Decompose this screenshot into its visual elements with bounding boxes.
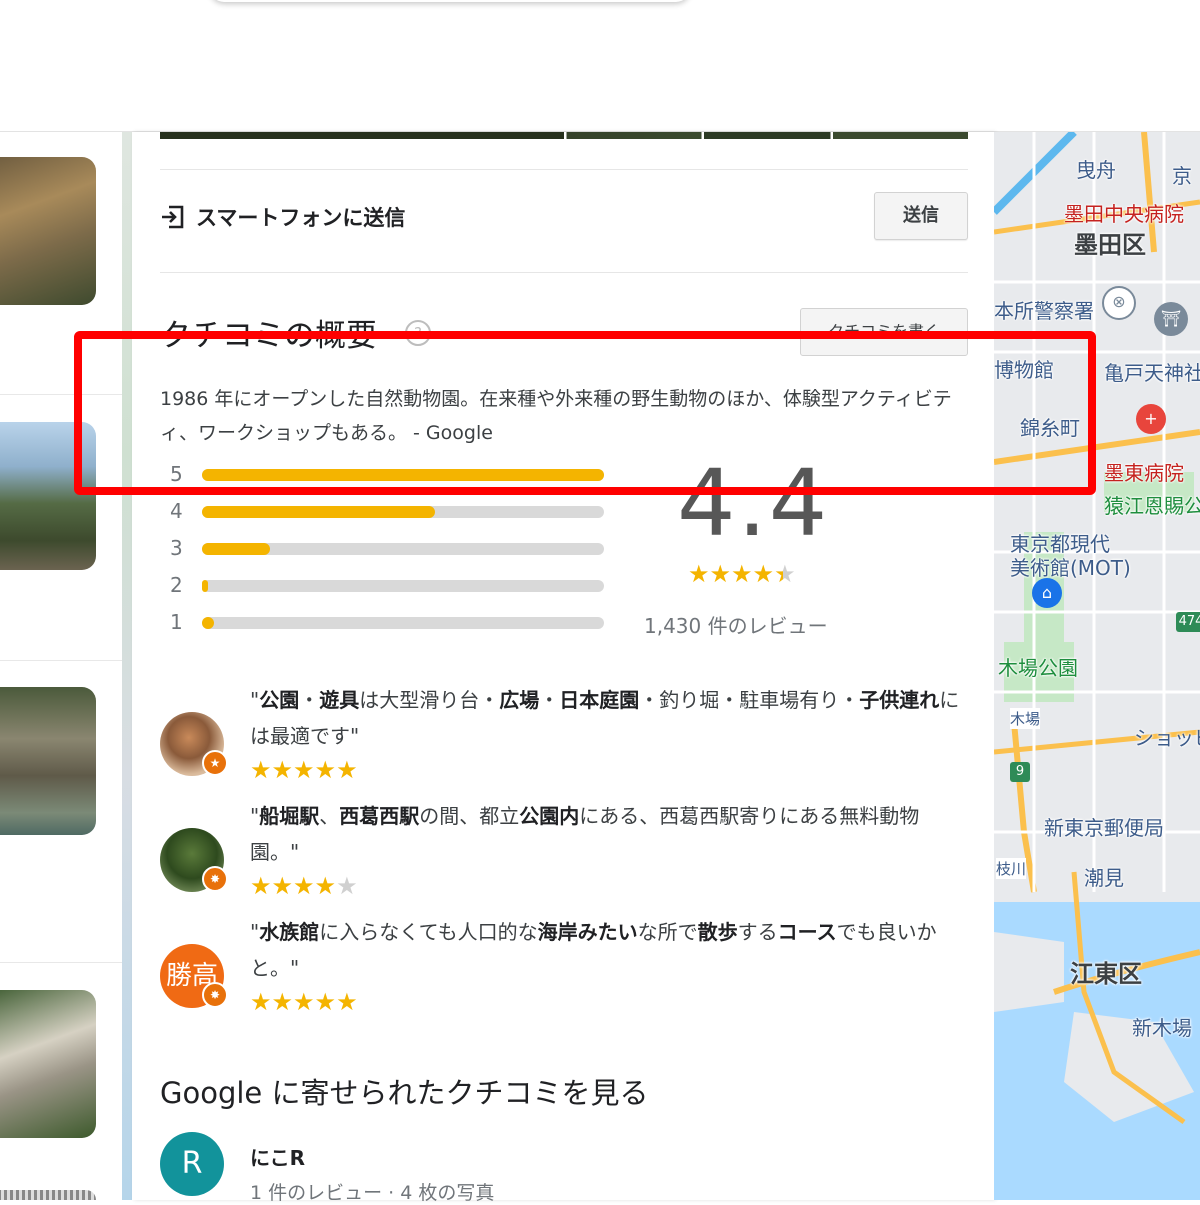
star-icon: ★ [336, 988, 358, 1016]
star-icon: ★ [709, 560, 732, 588]
top-bar [0, 0, 1200, 132]
divider [160, 272, 968, 273]
send-to-phone-row: スマートフォンに送信 送信 [160, 192, 968, 252]
map-label[interactable]: 美術館(MOT) [1010, 552, 1131, 581]
hospital-icon[interactable]: + [1136, 404, 1166, 434]
rating-bar-row[interactable]: 2 [160, 573, 610, 597]
review-snippet[interactable]: ✸ "船堀駅、西葛西駅の間、都立公園内にある、西葛西駅寄りにある無料動物園。" … [160, 798, 968, 908]
star-icon: ★ [250, 988, 272, 1016]
map-label[interactable]: 亀戸天神社 [1104, 357, 1200, 386]
review-count-link[interactable]: 1,430 件のレビュー [644, 610, 828, 639]
rating-bar-fill [202, 617, 215, 629]
star-icon: ★ [752, 560, 775, 588]
map-label[interactable]: 新東京郵便局 [1044, 812, 1164, 841]
result-thumbnail[interactable] [0, 687, 96, 835]
map-label[interactable]: 猿江恩賜公園 [1104, 490, 1200, 519]
star-icon: ★ [293, 872, 315, 900]
rating-bar-label: 4 [170, 499, 183, 523]
rating-bar-track [202, 617, 604, 629]
result-thumbnail[interactable] [0, 990, 96, 1138]
police-icon[interactable]: ⊗ [1102, 286, 1136, 320]
shrine-icon[interactable]: ⛩ [1154, 302, 1188, 336]
star-icon: ★ [271, 872, 294, 900]
snippet-text: "水族館に入らなくても人口的な海岸みたいな所で散歩するコースでも良いかと。" [250, 920, 937, 980]
route-shield-icon: 474 [1176, 612, 1200, 632]
map-label[interactable]: 枝川 [996, 858, 1027, 879]
send-to-phone-label: スマートフォンに送信 [196, 206, 406, 230]
star-icon: ★ [731, 560, 753, 588]
rating-bar-fill [202, 543, 271, 555]
reviewer-name[interactable]: にこR [250, 1142, 305, 1171]
star-icon: ★ [688, 560, 710, 588]
rating-bar-row[interactable]: 1 [160, 610, 610, 634]
photo-strip[interactable] [160, 132, 968, 139]
review-snippet[interactable]: ★ "公園・遊具は大型滑り台・広場・日本庭園・釣り堀・駐車場有り・子供連れには最… [160, 682, 968, 792]
map-label[interactable]: 墨田中央病院 [1064, 198, 1184, 227]
map-label[interactable]: ショッピ [1134, 722, 1200, 751]
rating-bar-row[interactable]: 3 [160, 536, 610, 560]
star-icon: ★ [271, 756, 294, 784]
snippet-stars: ★★★★★ [250, 756, 358, 784]
star-icon: ★ [250, 872, 272, 900]
map-label[interactable]: 墨田区 [1074, 225, 1146, 260]
highlight-box [74, 331, 1096, 495]
divider [160, 169, 968, 170]
google-reviews-heading: Google に寄せられたクチコミを見る [160, 1076, 649, 1110]
snippet-text: "船堀駅、西葛西駅の間、都立公園内にある、西葛西駅寄りにある無料動物園。" [250, 804, 920, 864]
search-box-edge[interactable] [210, 0, 690, 2]
star-icon: ★ [314, 988, 337, 1016]
result-divider [0, 660, 122, 661]
star-icon: ★ [293, 756, 315, 784]
rating-bar-track [202, 506, 604, 518]
map-label[interactable]: 江東区 [1070, 954, 1142, 989]
museum-icon[interactable]: ⌂ [1032, 578, 1062, 608]
star-icon: ★ [293, 988, 315, 1016]
rating-bar-track [202, 580, 604, 592]
map-label[interactable]: 木場 [1010, 708, 1041, 729]
route-shield-icon: 9 [1010, 762, 1030, 782]
map-label[interactable]: 本所警察署 [994, 295, 1094, 324]
review-snippet[interactable]: 勝高 ✸ "水族館に入らなくても人口的な海岸みたいな所で散歩するコースでも良いか… [160, 914, 968, 1024]
local-guide-badge-icon: ✸ [202, 982, 228, 1008]
send-to-phone-icon [162, 205, 184, 229]
map-label[interactable]: 新木場 [1132, 1012, 1192, 1041]
map-label[interactable]: 木場公園 [998, 652, 1078, 681]
rating-bar-label: 3 [170, 536, 183, 560]
star-icon: ★ [336, 872, 358, 900]
average-rating-stars: ★★★★★ [688, 560, 796, 588]
snippet-stars: ★★★★★ [250, 872, 358, 900]
map-edge [122, 132, 132, 1200]
place-panel: スマートフォンに送信 送信 クチコミの概要 ? クチコミを書く 1986 年にオ… [132, 132, 994, 1204]
snippet-stars: ★★★★★ [250, 988, 358, 1016]
local-guide-badge-icon: ★ [202, 750, 228, 776]
rating-bar-label: 1 [170, 610, 183, 634]
result-divider [0, 962, 122, 963]
result-thumbnail[interactable] [0, 1190, 96, 1200]
star-icon: ★ [271, 988, 294, 1016]
rating-bar-fill [202, 580, 209, 592]
map-label[interactable]: 潮見 [1084, 862, 1124, 891]
star-icon: ★ [336, 756, 358, 784]
map[interactable]: 曳舟 京 墨田中央病院 墨田区 本所警察署 博物館 亀戸天神社 錦糸町 墨東病院… [994, 132, 1200, 1200]
map-label[interactable]: 曳舟 [1076, 154, 1116, 183]
star-icon: ★ [774, 560, 796, 588]
star-icon: ★ [250, 756, 272, 784]
rating-bar-label: 2 [170, 573, 183, 597]
map-label[interactable]: 京 [1172, 160, 1192, 189]
result-thumbnail[interactable] [0, 157, 96, 305]
reviewer-meta: 1 件のレビュー · 4 枚の写真 [250, 1182, 495, 1204]
reviewer-avatar[interactable]: R [160, 1132, 224, 1196]
rating-bar-fill [202, 506, 436, 518]
send-button[interactable]: 送信 [874, 192, 968, 240]
star-icon: ★ [314, 756, 337, 784]
map-label[interactable]: 墨東病院 [1104, 457, 1184, 486]
rating-bar-track [202, 543, 604, 555]
local-guide-badge-icon: ✸ [202, 866, 228, 892]
star-icon: ★ [314, 872, 337, 900]
rating-bar-row[interactable]: 4 [160, 499, 610, 523]
results-list[interactable] [0, 132, 122, 1200]
snippet-text: "公園・遊具は大型滑り台・広場・日本庭園・釣り堀・駐車場有り・子供連れには最適で… [250, 688, 960, 748]
